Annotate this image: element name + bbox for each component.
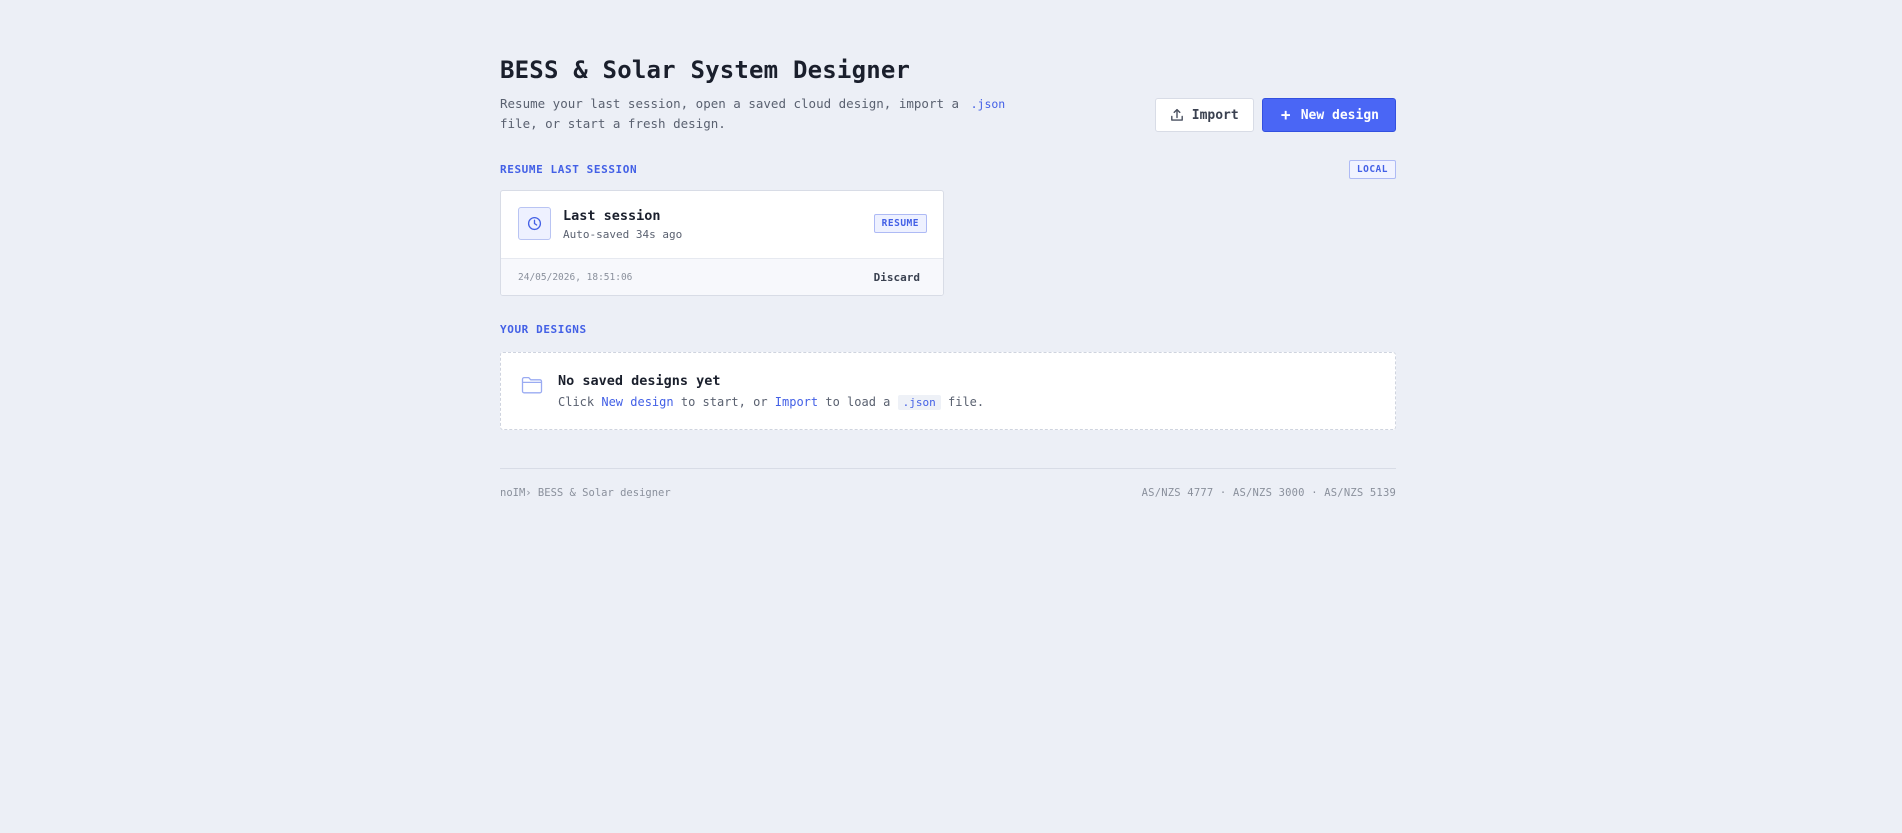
footer-brand: noIM› BESS & Solar designer (500, 487, 671, 499)
page-header: BESS & Solar System Designer Resume your… (500, 0, 1396, 150)
empty-designs-card: No saved designs yet Click New design to… (500, 352, 1396, 430)
session-title: Last session (563, 208, 661, 224)
designs-section-label: YOUR DESIGNS (500, 323, 587, 336)
empty-text-load: to load a (825, 395, 891, 409)
session-autosave-meta: Auto-saved 34s ago (563, 228, 683, 241)
page-footer: noIM› BESS & Solar designer AS/NZS 4777 … (500, 468, 1396, 499)
empty-text-click: Click (558, 395, 595, 409)
upload-icon (1170, 108, 1184, 122)
session-timestamp: 24/05/2026, 18:51:06 (518, 272, 633, 283)
resume-section-label: RESUME LAST SESSION (500, 163, 638, 176)
folder-icon (521, 376, 543, 398)
empty-state-text: Click New design to start, or Import to … (558, 395, 985, 410)
import-link[interactable]: Import (775, 395, 818, 409)
session-card-body: Last session Auto-saved 34s ago RESUME (501, 191, 943, 259)
plus-icon: + (1280, 105, 1291, 124)
import-button[interactable]: Import (1154, 98, 1254, 132)
empty-state-title: No saved designs yet (558, 373, 721, 389)
subtitle-json-code: .json (970, 97, 1006, 111)
discard-button[interactable]: Discard (874, 271, 920, 284)
empty-text-file: file. (948, 395, 985, 409)
new-design-button[interactable]: + New design (1261, 98, 1396, 132)
resume-section-header: RESUME LAST SESSION LOCAL (500, 160, 1396, 179)
last-session-card[interactable]: Last session Auto-saved 34s ago RESUME 2… (500, 190, 944, 296)
designs-section-header: YOUR DESIGNS (500, 323, 1396, 336)
page-title: BESS & Solar System Designer (500, 56, 911, 84)
clock-icon (518, 207, 551, 240)
page-container: BESS & Solar System Designer Resume your… (500, 0, 1396, 499)
new-design-button-label: New design (1300, 107, 1379, 123)
subtitle-text-end: file, or start a fresh design. (500, 116, 726, 131)
resume-button[interactable]: RESUME (873, 214, 927, 233)
header-actions: Import + New design (1154, 98, 1396, 132)
import-button-label: Import (1191, 107, 1239, 123)
page-subtitle: Resume your last session, open a saved c… (500, 94, 1040, 133)
json-code-chip: .json (897, 395, 941, 410)
footer-standards: AS/NZS 4777 · AS/NZS 3000 · AS/NZS 5139 (1141, 487, 1396, 499)
subtitle-text-start: Resume your last session, open a saved c… (500, 96, 960, 111)
empty-text-start: to start, or (680, 395, 768, 409)
local-badge: LOCAL (1348, 160, 1396, 179)
new-design-link[interactable]: New design (601, 395, 673, 409)
session-card-footer: 24/05/2026, 18:51:06 Discard (501, 259, 943, 295)
